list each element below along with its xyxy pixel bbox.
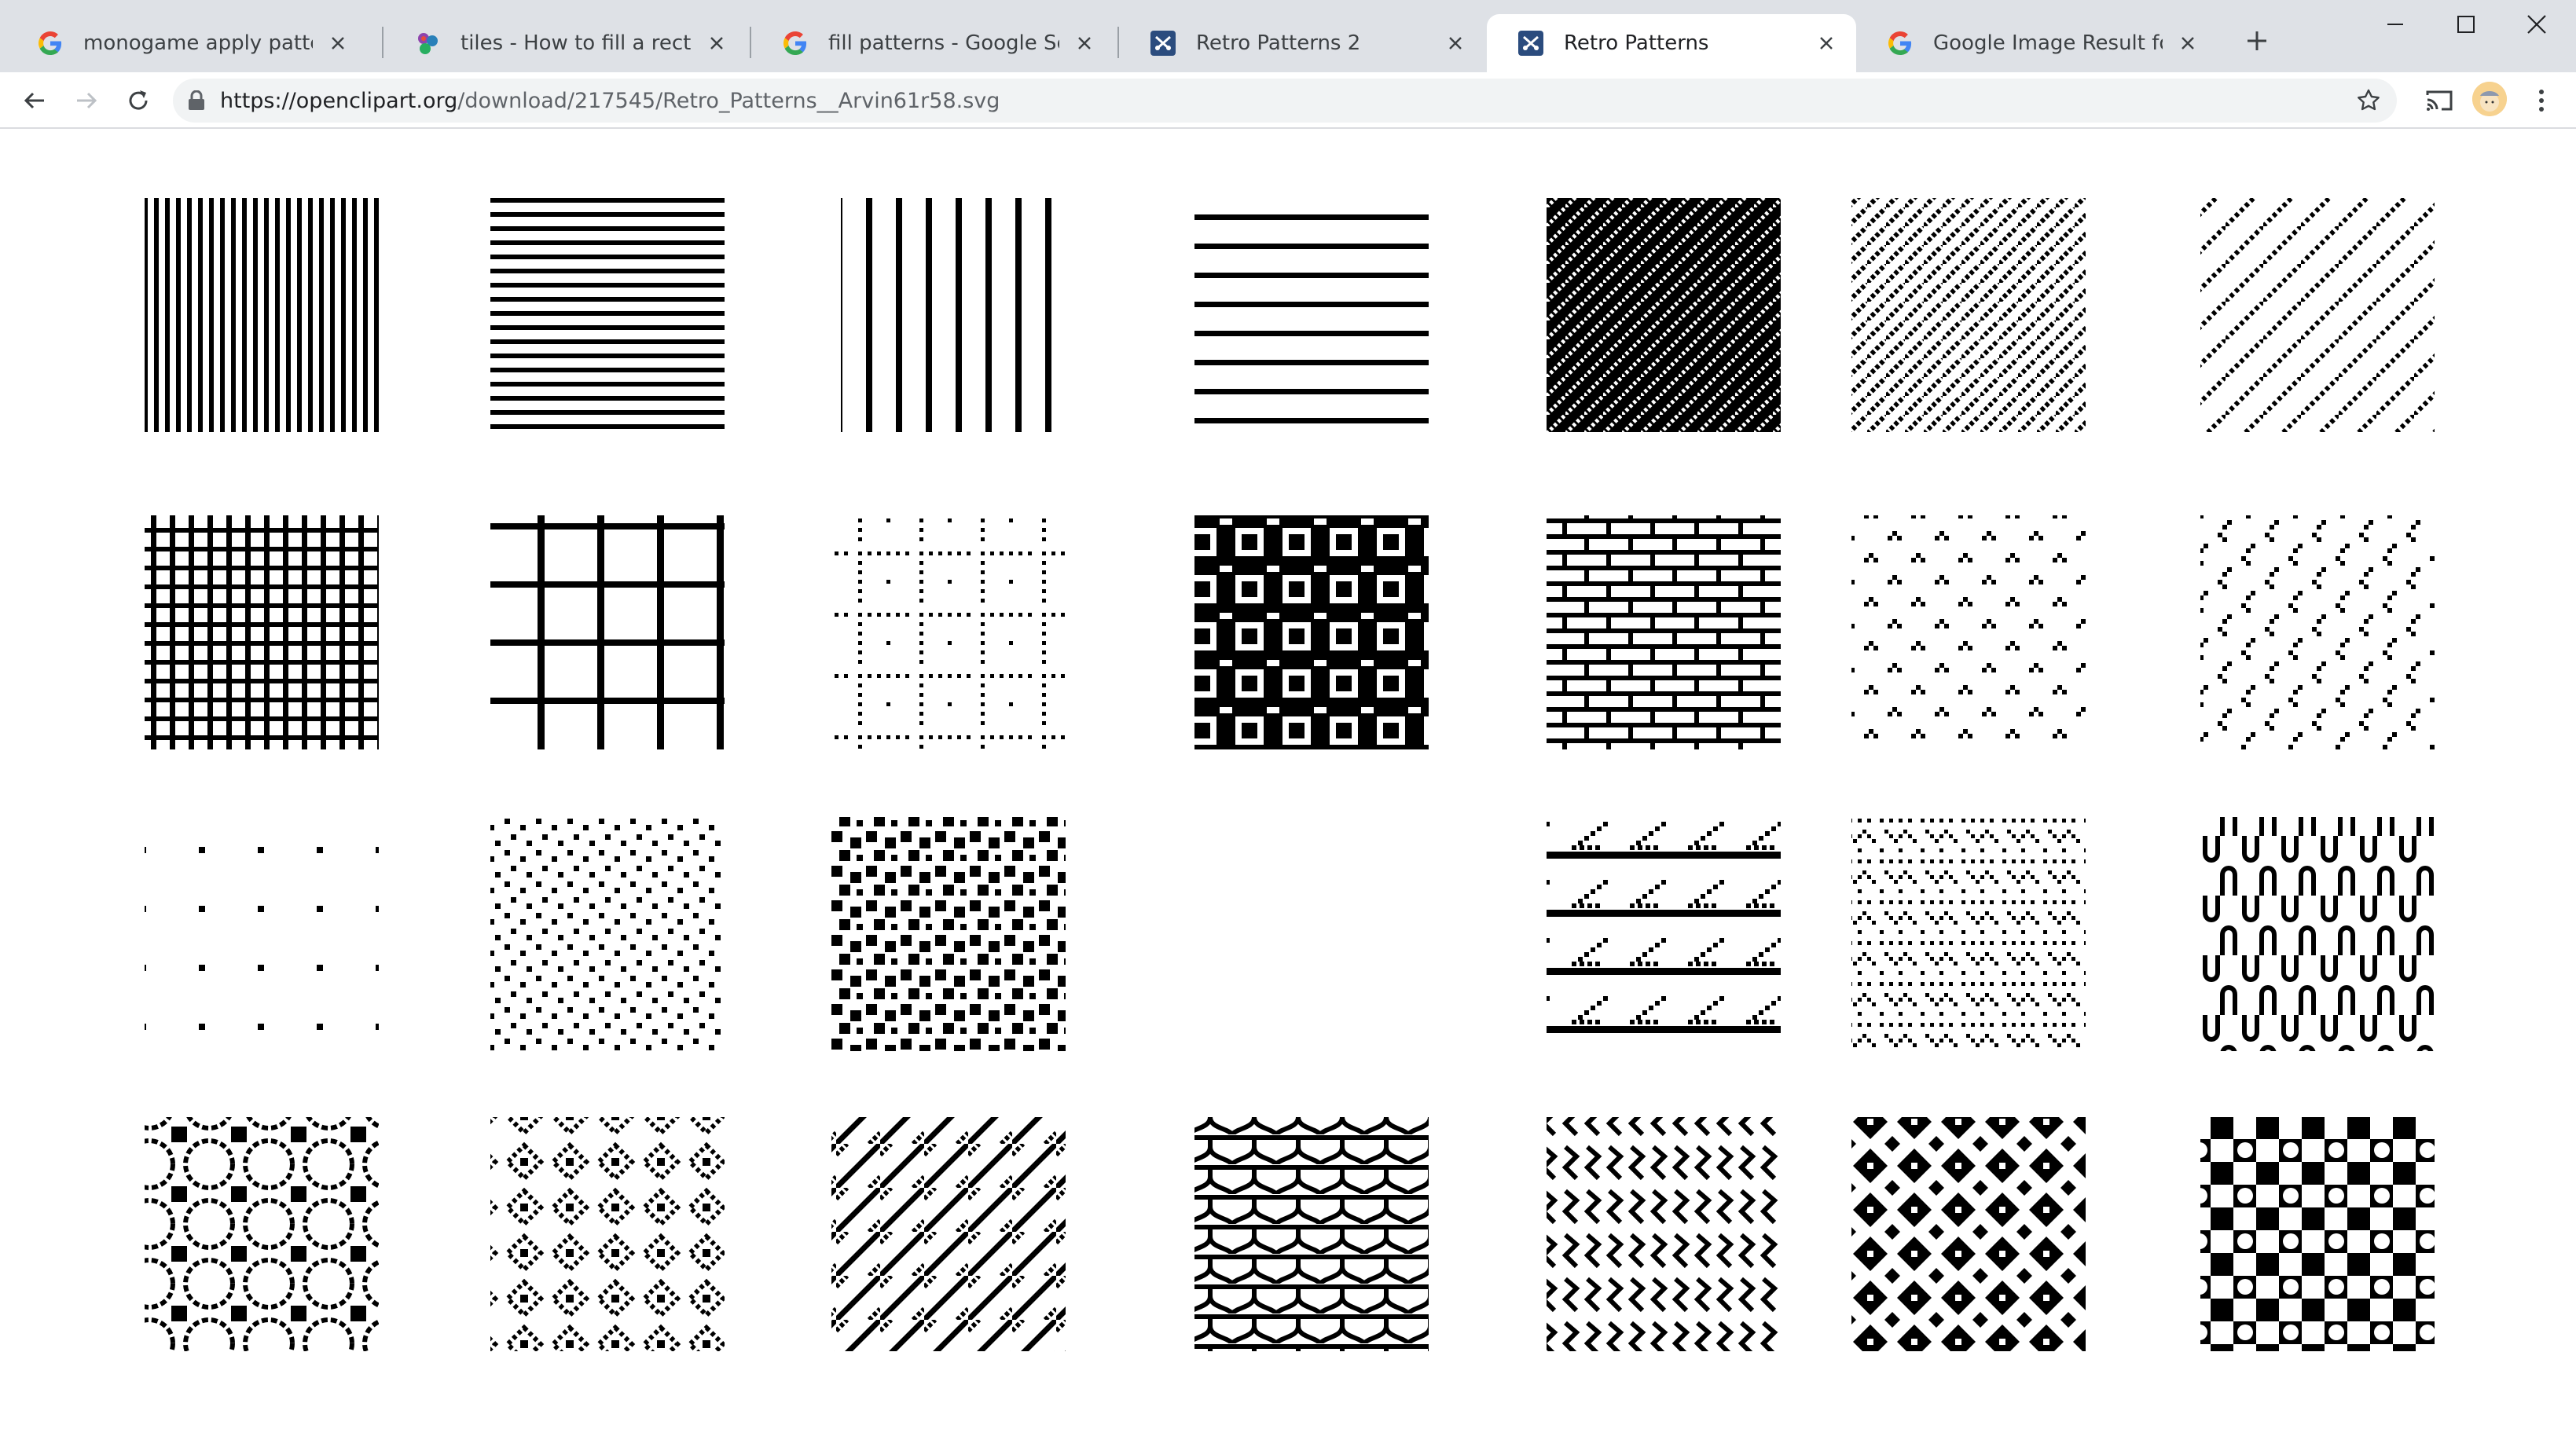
pattern-diagonal-dense-dark bbox=[1547, 198, 1781, 432]
close-icon[interactable] bbox=[1072, 31, 1097, 56]
pattern-wave-lattice bbox=[1547, 1117, 1781, 1351]
pattern-grid-wide bbox=[490, 515, 725, 749]
cast-icon bbox=[2426, 90, 2453, 111]
close-window-button[interactable] bbox=[2499, 0, 2574, 49]
pattern-rings-lattice bbox=[145, 1117, 379, 1351]
openclipart-icon bbox=[1518, 31, 1543, 56]
lock-icon[interactable] bbox=[185, 90, 207, 112]
close-icon[interactable] bbox=[1443, 31, 1468, 56]
close-icon[interactable] bbox=[704, 31, 729, 56]
tab-gamedev[interactable]: tiles - How to fill a rectangle wit bbox=[383, 14, 747, 72]
cast-button[interactable] bbox=[2420, 82, 2458, 119]
tab-fill-patterns[interactable]: fill patterns - Google Search bbox=[751, 14, 1114, 72]
pattern-horizontal-lines-wide bbox=[1194, 198, 1429, 432]
minimize-button[interactable] bbox=[2358, 0, 2433, 49]
back-button[interactable] bbox=[16, 82, 53, 119]
pattern-bricks bbox=[1547, 515, 1781, 749]
url-host: https://openclipart.org bbox=[220, 88, 458, 113]
pattern-triangle-dots bbox=[1851, 515, 2086, 749]
maximize-button[interactable] bbox=[2428, 0, 2504, 49]
new-tab-button[interactable] bbox=[2240, 24, 2274, 58]
pattern-stair-stripes bbox=[1547, 817, 1781, 1051]
pattern-sparse-dots bbox=[145, 817, 379, 1051]
forward-button[interactable] bbox=[68, 82, 105, 119]
bookmark-star-icon[interactable] bbox=[2356, 88, 2381, 113]
url-path: /download/217545/Retro_Patterns__Arvin61… bbox=[457, 88, 1000, 113]
pattern-diagonal-sparse bbox=[2200, 198, 2435, 432]
menu-button[interactable] bbox=[2523, 82, 2560, 119]
tab-retro-patterns-2[interactable]: Retro Patterns 2 bbox=[1119, 14, 1485, 72]
openclipart-icon bbox=[1150, 31, 1176, 56]
pattern-grid-fine bbox=[145, 515, 379, 749]
reload-button[interactable] bbox=[119, 82, 157, 119]
google-icon bbox=[38, 31, 63, 56]
pattern-diamond-lattice bbox=[490, 1117, 725, 1351]
tab-retro-patterns[interactable]: Retro Patterns bbox=[1487, 14, 1856, 72]
pattern-vertical-lines-dense bbox=[145, 198, 379, 432]
kebab-menu-icon bbox=[2539, 90, 2544, 112]
pattern-scales bbox=[1194, 1117, 1429, 1351]
close-icon[interactable] bbox=[1814, 31, 1839, 56]
tab-google-image-result[interactable]: Google Image Result for https:/ bbox=[1856, 14, 2218, 72]
plus-icon bbox=[2248, 31, 2266, 50]
close-icon[interactable] bbox=[2175, 31, 2200, 56]
gamedev-icon bbox=[415, 31, 440, 56]
tab-strip: monogame apply pattern to tex tiles - Ho… bbox=[0, 0, 2576, 72]
pattern-scattered-dots bbox=[490, 817, 725, 1051]
pattern-wavy-columns bbox=[2200, 817, 2435, 1051]
pattern-zigzag-dots bbox=[2200, 515, 2435, 749]
pattern-horizontal-lines-dense bbox=[490, 198, 725, 432]
tab-title: Retro Patterns 2 bbox=[1196, 31, 1361, 55]
forward-arrow-icon bbox=[77, 92, 97, 109]
avatar[interactable] bbox=[2472, 82, 2507, 116]
tab-title: monogame apply pattern to tex bbox=[83, 31, 313, 55]
address-bar[interactable]: https://openclipart.org/download/217545/… bbox=[173, 79, 2397, 123]
tab-title: Google Image Result for https:/ bbox=[1933, 31, 2163, 55]
pattern-zigzag-waves bbox=[1851, 817, 2086, 1051]
pattern-dark-checker-diamond bbox=[1851, 1117, 2086, 1351]
close-icon bbox=[2527, 15, 2546, 34]
url-text[interactable]: https://openclipart.org/download/217545/… bbox=[220, 89, 1000, 113]
pattern-dark-checker-circle bbox=[2200, 1117, 2435, 1351]
google-icon bbox=[1888, 31, 1913, 56]
close-icon[interactable] bbox=[325, 31, 350, 56]
pattern-diagonal-dotted bbox=[1851, 198, 2086, 432]
pattern-scattered-squares bbox=[831, 817, 1066, 1051]
browser-toolbar: https://openclipart.org/download/217545/… bbox=[0, 72, 2576, 129]
reload-icon bbox=[129, 90, 148, 110]
tab-title: fill patterns - Google Search bbox=[828, 31, 1059, 55]
tab-title: tiles - How to fill a rectangle wit bbox=[461, 31, 692, 55]
minimize-icon bbox=[2387, 24, 2403, 25]
tab-monogame[interactable]: monogame apply pattern to tex bbox=[6, 14, 368, 72]
retro-patterns-image bbox=[145, 198, 2435, 1351]
svg-viewer bbox=[0, 129, 2576, 1426]
pattern-vertical-lines-wide bbox=[841, 198, 1075, 432]
back-arrow-icon bbox=[24, 92, 44, 109]
google-icon bbox=[783, 31, 808, 56]
pattern-square-tiles bbox=[1194, 515, 1429, 749]
maximize-icon bbox=[2457, 16, 2475, 33]
pattern-diagonal-weave bbox=[831, 1117, 1066, 1351]
pattern-dotted-grid bbox=[833, 515, 1067, 749]
tab-title: Retro Patterns bbox=[1564, 31, 1709, 55]
